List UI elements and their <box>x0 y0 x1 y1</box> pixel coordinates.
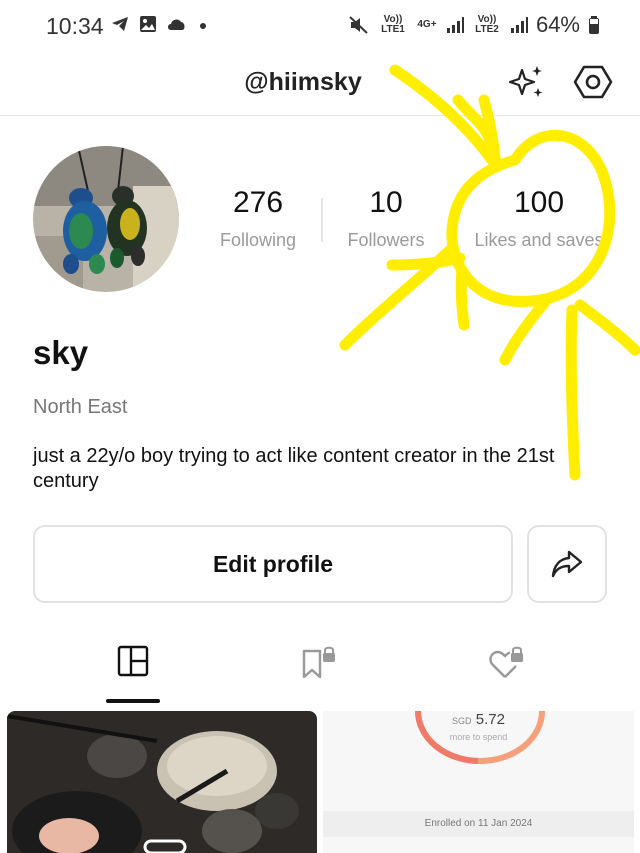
amount-value: 5.72 <box>475 711 505 728</box>
sparkle-icon <box>508 66 543 97</box>
post-card-food[interactable] <box>7 711 317 853</box>
profile-header: @hiimsky <box>0 56 640 116</box>
settings-icon <box>573 65 613 99</box>
net1-label: Vo)) LTE1 <box>381 14 405 35</box>
stat-likes-saves[interactable]: 100 Likes and saves <box>464 186 614 251</box>
signal-icon <box>510 17 528 33</box>
followers-count: 10 <box>369 186 403 219</box>
dot-icon <box>200 23 206 29</box>
likes-label: Likes and saves <box>474 230 604 250</box>
currency-label: SGD <box>452 716 472 726</box>
profile-bio: just a 22y/o boy trying to act like cont… <box>33 445 555 492</box>
food-photo <box>7 711 317 853</box>
cloud-icon <box>168 19 185 30</box>
profile-name: sky <box>33 334 89 371</box>
notification-icons <box>110 14 210 34</box>
followers-label: Followers <box>347 230 425 250</box>
bookmark-lock-icon <box>302 646 335 679</box>
profile-location: North East <box>33 396 128 418</box>
following-label: Following <box>219 230 297 250</box>
system-status: Vo)) LTE1 4G+ Vo)) LTE2 64% <box>348 12 600 38</box>
sparkle-button[interactable] <box>506 62 546 102</box>
status-time: 10:34 <box>46 13 104 39</box>
heart-lock-icon <box>489 646 523 678</box>
signal-icon <box>446 17 464 33</box>
battery-icon <box>589 16 599 34</box>
status-bar: 10:34 Vo)) LTE1 4G+ Vo)) LTE2 64% <box>0 0 640 56</box>
tab-saved[interactable] <box>289 645 349 695</box>
spend-amount: SGD 5.72 <box>323 711 634 728</box>
spend-caption: more to spend <box>449 732 508 742</box>
tab-liked[interactable] <box>477 645 537 695</box>
following-count: 276 <box>232 186 284 219</box>
tab-posts[interactable] <box>103 645 163 695</box>
edit-profile-label: Edit profile <box>212 550 334 577</box>
net2-label: Vo)) LTE2 <box>475 14 499 35</box>
battery-percent: 64% <box>535 12 580 37</box>
gallery-icon <box>140 16 156 32</box>
grid-icon <box>117 645 149 677</box>
avatar-photo <box>33 146 179 292</box>
stat-followers[interactable]: 10 Followers <box>336 186 436 251</box>
stat-divider <box>321 198 323 242</box>
share-icon <box>551 550 583 578</box>
likes-count: 100 <box>513 186 565 219</box>
stat-following[interactable]: 276 Following <box>208 186 308 251</box>
edit-profile-button[interactable]: Edit profile <box>33 525 513 603</box>
telegram-icon <box>112 17 128 31</box>
enrolled-date: Enrolled on 11 Jan 2024 <box>323 811 634 837</box>
settings-button[interactable] <box>573 62 613 102</box>
active-tab-indicator <box>106 699 160 703</box>
avatar[interactable] <box>33 146 179 292</box>
share-button[interactable] <box>527 525 607 603</box>
post-card-spending[interactable]: SGD 5.72 more to spend Enrolled on 11 Ja… <box>323 711 634 853</box>
net-type-label: 4G+ <box>417 19 437 30</box>
mute-icon <box>349 16 368 34</box>
